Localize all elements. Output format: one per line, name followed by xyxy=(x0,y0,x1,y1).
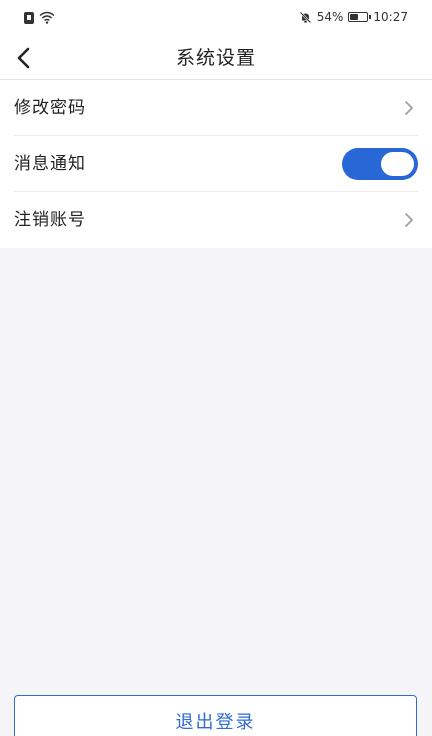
settings-list: 修改密码 消息通知 注销账号 xyxy=(0,80,432,248)
status-left xyxy=(24,11,55,24)
change-password-item[interactable]: 修改密码 xyxy=(0,80,432,136)
status-right: 54% 10:27 xyxy=(299,10,408,24)
change-password-label: 修改密码 xyxy=(14,98,86,118)
delete-account-label: 注销账号 xyxy=(14,210,86,230)
chevron-right-icon xyxy=(405,101,413,115)
wifi-icon xyxy=(39,11,55,24)
notification-toggle[interactable] xyxy=(342,148,418,180)
delete-account-item[interactable]: 注销账号 xyxy=(0,192,432,248)
chevron-right-icon xyxy=(405,213,413,227)
page-title: 系统设置 xyxy=(175,47,256,69)
battery-percent: 54% xyxy=(316,10,344,24)
mute-bell-icon xyxy=(299,11,312,23)
logout-button[interactable]: 退出登录 xyxy=(14,695,417,736)
sim-icon xyxy=(24,11,34,24)
battery-level-fill xyxy=(350,14,359,20)
toggle-knob xyxy=(380,151,415,177)
settings-screen: 54% 10:27 系统设置 修改密码 消息通知 注销账号 退出登录 xyxy=(0,0,432,736)
status-time: 10:27 xyxy=(373,10,408,24)
message-notification-item: 消息通知 xyxy=(0,136,432,192)
status-bar: 54% 10:27 xyxy=(0,0,432,36)
navigation-bar: 系统设置 xyxy=(0,36,432,80)
message-notification-label: 消息通知 xyxy=(14,154,86,174)
battery-icon xyxy=(348,12,372,22)
